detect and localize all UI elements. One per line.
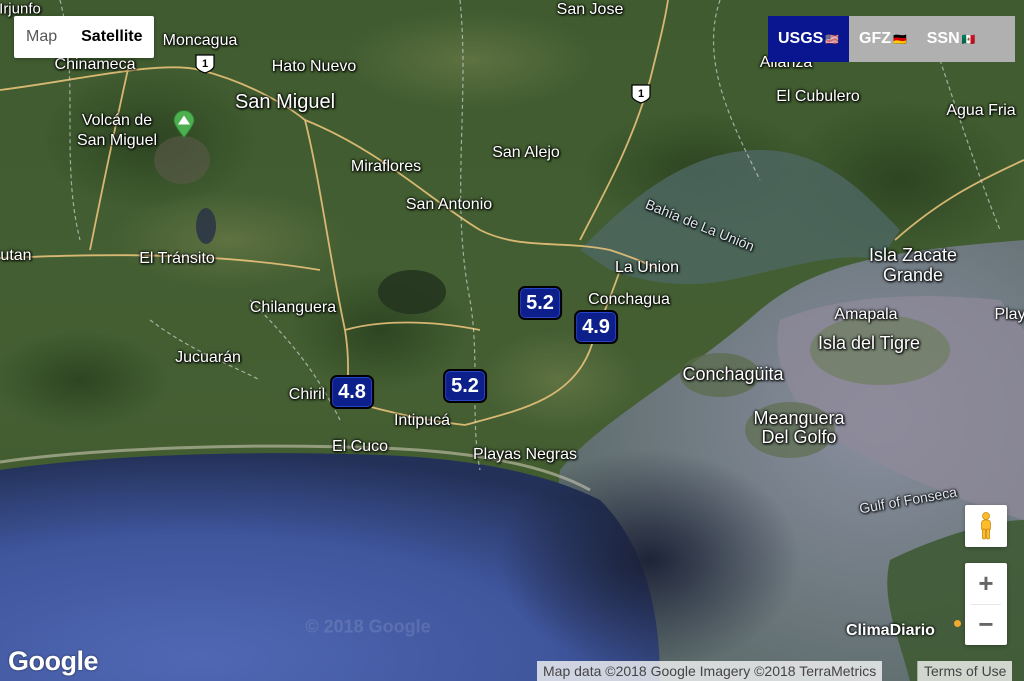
place-label-chirilagua: Chiril bbox=[288, 386, 326, 403]
place-label-isla-zacate-line1: Isla Zacate bbox=[868, 245, 958, 265]
place-label-play-cut: Play bbox=[994, 306, 1024, 323]
data-source-selector: USGS 🇺🇸 GFZ 🇩🇪 SSN 🇲🇽 bbox=[768, 16, 1015, 62]
place-label-jucuaran: Jucuarán bbox=[175, 349, 241, 366]
route-shield-icon: 1 bbox=[194, 54, 216, 74]
zoom-out-button[interactable]: − bbox=[965, 605, 1007, 645]
place-label-volcan-line1: Volcán de bbox=[81, 112, 153, 129]
map-canvas[interactable]: © 2018 Google Irjunfo Moncagua Chinameca… bbox=[0, 0, 1024, 681]
place-label-playas-negras: Playas Negras bbox=[472, 446, 578, 463]
place-label-intipuca: Intipucá bbox=[393, 412, 451, 429]
terms-of-use-link[interactable]: Terms of Use bbox=[917, 661, 1013, 681]
source-ssn-button[interactable]: SSN 🇲🇽 bbox=[917, 16, 986, 62]
volcano-icon[interactable] bbox=[173, 110, 195, 144]
zoom-control: + − bbox=[965, 563, 1007, 645]
imagery-watermark: © 2018 Google bbox=[305, 616, 431, 637]
us-flag-icon: 🇺🇸 bbox=[825, 34, 840, 46]
place-label-agua-fria: Agua Fria bbox=[946, 102, 1016, 119]
street-view-pegman-icon[interactable] bbox=[965, 505, 1007, 547]
brand-label: ClimaDiario bbox=[846, 622, 935, 639]
route-shield-number: 1 bbox=[201, 58, 209, 70]
place-label-conchagua: Conchagua bbox=[588, 291, 670, 308]
place-label-san-alejo: San Alejo bbox=[492, 144, 560, 161]
mx-flag-icon: 🇲🇽 bbox=[961, 34, 976, 46]
map-type-control: Map Satellite bbox=[14, 16, 155, 58]
source-ssn-label: SSN bbox=[926, 30, 960, 47]
google-logo[interactable]: Google bbox=[8, 646, 99, 677]
place-label-el-cubulero: El Cubulero bbox=[776, 88, 860, 105]
place-label-el-transito: El Tránsito bbox=[139, 250, 215, 267]
de-flag-icon: 🇩🇪 bbox=[893, 34, 907, 46]
source-gfz-label: GFZ bbox=[859, 30, 892, 47]
place-label-meanguera-line2: Del Golfo bbox=[761, 427, 837, 447]
earthquake-marker[interactable]: 5.2 bbox=[518, 286, 562, 320]
map-type-satellite-button[interactable]: Satellite bbox=[69, 16, 154, 58]
zoom-in-button[interactable]: + bbox=[965, 564, 1007, 604]
place-label-volcan-line2: San Miguel bbox=[76, 132, 158, 149]
place-label-hato-nuevo: Hato Nuevo bbox=[271, 58, 357, 75]
place-label-el-cuco: El Cuco bbox=[331, 438, 389, 455]
place-label-amapala: Amapala bbox=[834, 306, 898, 323]
place-label-chilanguera: Chilanguera bbox=[249, 299, 337, 316]
map-type-map-button[interactable]: Map bbox=[14, 16, 69, 58]
earthquake-marker[interactable]: 5.2 bbox=[443, 369, 487, 403]
map-data-attribution: Map data ©2018 Google Imagery ©2018 Terr… bbox=[537, 661, 883, 681]
place-label-isla-zacate-line2: Grande bbox=[882, 265, 944, 285]
place-label-san-antonio: San Antonio bbox=[405, 196, 493, 213]
place-label-san-jose: San Jose bbox=[556, 1, 624, 18]
place-label-chinameca: Chinameca bbox=[54, 56, 136, 73]
place-label-conchaguita: Conchagüita bbox=[682, 364, 784, 384]
brand-dot-icon bbox=[954, 620, 961, 627]
place-label-meanguera-line1: Meanguera bbox=[753, 408, 845, 428]
place-label-tutan: utan bbox=[0, 247, 32, 264]
place-label-infunfo: Irjunfo bbox=[0, 0, 41, 18]
place-label-miraflores: Miraflores bbox=[350, 158, 422, 175]
earthquake-marker[interactable]: 4.9 bbox=[574, 310, 618, 344]
source-gfz-button[interactable]: GFZ 🇩🇪 bbox=[849, 16, 917, 62]
source-usgs-label: USGS bbox=[778, 30, 824, 47]
route-shield-number: 1 bbox=[637, 88, 645, 100]
source-usgs-button[interactable]: USGS 🇺🇸 bbox=[768, 16, 850, 62]
place-label-la-union: La Union bbox=[614, 259, 680, 276]
route-shield-icon: 1 bbox=[630, 84, 652, 104]
place-label-moncagua: Moncagua bbox=[162, 32, 238, 49]
earthquake-marker[interactable]: 4.8 bbox=[330, 375, 374, 409]
place-label-san-miguel: San Miguel bbox=[234, 91, 336, 113]
place-label-isla-del-tigre: Isla del Tigre bbox=[817, 333, 921, 353]
